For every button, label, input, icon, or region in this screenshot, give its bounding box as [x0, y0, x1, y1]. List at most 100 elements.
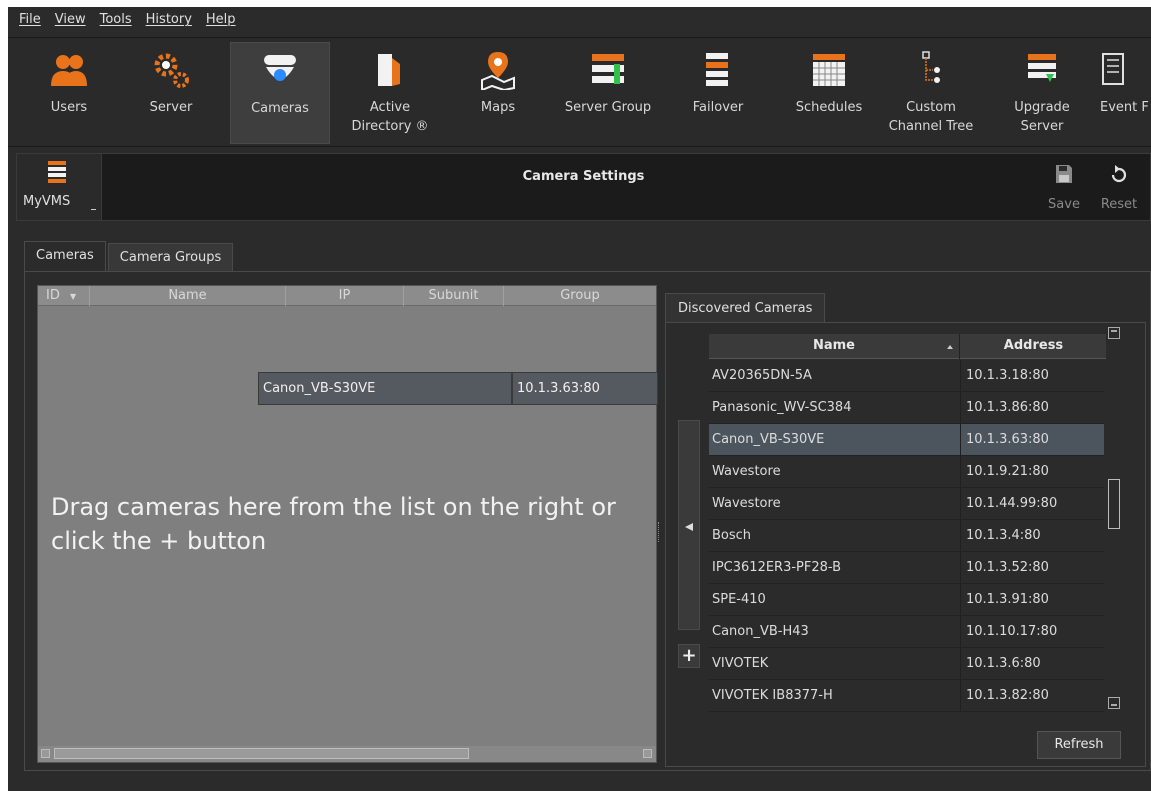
add-camera-button[interactable]: +	[678, 644, 700, 668]
server-gears-icon	[154, 53, 189, 88]
column-group[interactable]: Group	[504, 286, 656, 306]
column-address[interactable]: Address	[961, 334, 1106, 359]
vertical-scrollbar[interactable]	[1106, 327, 1122, 722]
server-group-icon	[592, 54, 624, 84]
empty-state-hint: Drag cameras here from the list on the r…	[51, 493, 616, 555]
table-row[interactable]: Bosch 10.1.3.4:80	[709, 520, 1104, 552]
tab-camera-groups[interactable]: Camera Groups	[107, 243, 234, 271]
toolbar-server-group-button[interactable]: Server Group	[553, 42, 663, 144]
toolbar-active-directory-button[interactable]: Active Directory ®	[340, 42, 440, 144]
menu-file[interactable]: File	[12, 12, 48, 27]
column-name[interactable]: Name	[709, 334, 960, 359]
camera-name: Bosch	[712, 528, 752, 543]
menu-view[interactable]: View	[48, 12, 93, 27]
camera-table[interactable]: ID ▼ Name IP Subunit Group Canon_VB-S30V…	[37, 285, 658, 763]
table-row[interactable]: AV20365DN-5A 10.1.3.18:80	[709, 360, 1104, 392]
splitter-handle[interactable]	[658, 522, 661, 542]
table-row[interactable]: Canon_VB-S30VE 10.1.3.63:80	[709, 424, 1104, 456]
toolbar-label: Server Group	[564, 100, 652, 115]
toolbar-label: Custom Channel Tree	[888, 100, 974, 134]
reset-button[interactable]: Reset	[1096, 158, 1142, 216]
menu-tools[interactable]: Tools	[93, 12, 139, 27]
toolbar-event-button[interactable]: Event F	[1093, 42, 1151, 144]
add-selected-bar[interactable]	[678, 420, 700, 630]
toolbar-label: Active Directory ®	[351, 100, 429, 134]
column-divider	[960, 552, 961, 583]
server-name: MyVMS	[23, 194, 71, 209]
camera-name: Canon_VB-H43	[712, 624, 809, 639]
camera-name: AV20365DN-5A	[712, 368, 812, 383]
camera-address: 10.1.3.18:80	[966, 368, 1049, 383]
column-id[interactable]: ID ▼	[38, 286, 90, 306]
toolbar-users-button[interactable]: Users	[19, 42, 119, 144]
tab-content: ID ▼ Name IP Subunit Group Canon_VB-S30V…	[24, 271, 1151, 771]
table-row[interactable]: VIVOTEK IB8377-H 10.1.3.82:80	[709, 680, 1104, 712]
save-button[interactable]: Save	[1041, 158, 1087, 216]
save-label: Save	[1048, 197, 1080, 212]
page-title: Camera Settings	[522, 169, 645, 184]
toolbar-cameras-button[interactable]: Cameras	[230, 42, 330, 144]
camera-name: VIVOTEK IB8377-H	[712, 688, 833, 703]
menu-help[interactable]: Help	[199, 12, 243, 27]
table-row[interactable]: Wavestore 10.1.44.99:80	[709, 488, 1104, 520]
scroll-up-icon[interactable]	[1108, 327, 1120, 339]
camera-name: Wavestore	[712, 496, 781, 511]
camera-name: SPE-410	[712, 592, 766, 607]
table-row[interactable]: Panasonic_WV-SC384 10.1.3.86:80	[709, 392, 1104, 424]
column-ip[interactable]: IP	[286, 286, 404, 306]
toolbar-label: Schedules	[795, 100, 863, 115]
menu-history[interactable]: History	[139, 12, 199, 27]
upgrade-server-icon	[1028, 54, 1056, 82]
column-subunit[interactable]: Subunit	[404, 286, 504, 306]
scroll-left-icon[interactable]	[41, 749, 50, 758]
toolbar-label: Event F	[1100, 100, 1149, 115]
toolbar-server-button[interactable]: Server	[121, 42, 221, 144]
scroll-down-icon[interactable]	[1108, 697, 1120, 709]
discovered-panel: + Name Address AV20365DN-5A 10.1.3.18:80 P…	[665, 322, 1146, 767]
toolbar-failover-button[interactable]: Failover	[668, 42, 768, 144]
discovered-cameras-table[interactable]: Name Address AV20365DN-5A 10.1.3.18:80 Pan…	[709, 334, 1106, 723]
scroll-right-icon[interactable]	[643, 749, 652, 758]
column-name[interactable]: Name	[90, 286, 286, 306]
column-divider	[960, 616, 961, 647]
table-row[interactable]: IPC3612ER3-PF28-B 10.1.3.52:80	[709, 552, 1104, 584]
column-label: ID	[46, 288, 60, 303]
menubar: File View Tools History Help	[8, 7, 1151, 32]
camera-name: Panasonic_WV-SC384	[712, 400, 852, 415]
camera-address: 10.1.3.6:80	[966, 656, 1041, 671]
toolbar-custom-channel-tree-button[interactable]: Custom Channel Tree	[881, 42, 981, 144]
column-label: Name	[812, 338, 855, 353]
toolbar-label: Failover	[692, 100, 744, 115]
table-row[interactable]: Wavestore 10.1.9.21:80	[709, 456, 1104, 488]
server-selector-button[interactable]: MyVMS	[17, 154, 102, 220]
column-divider	[960, 488, 961, 519]
column-divider	[960, 424, 961, 455]
horizontal-scrollbar[interactable]	[38, 746, 656, 762]
toolbar-label: Server	[149, 100, 193, 115]
column-divider	[960, 648, 961, 679]
scrollbar-thumb[interactable]	[1108, 479, 1120, 529]
table-row[interactable]: Canon_VB-H43 10.1.10.17:80	[709, 616, 1104, 648]
tab-cameras[interactable]: Cameras	[24, 241, 106, 271]
active-directory-icon	[378, 54, 400, 86]
table-row[interactable]: VIVOTEK 10.1.3.6:80	[709, 648, 1104, 680]
main-tabs: Cameras Camera Groups	[24, 241, 235, 271]
settings-bar: MyVMS Camera Settings Save Reset	[16, 153, 1151, 221]
refresh-button[interactable]: Refresh	[1037, 731, 1121, 759]
camera-address: 10.1.3.4:80	[966, 528, 1041, 543]
toolbar-maps-button[interactable]: Maps	[448, 42, 548, 144]
drag-preview-name: Canon_VB-S30VE	[258, 372, 512, 405]
toolbar-label: Users	[50, 100, 88, 115]
camera-name: Canon_VB-S30VE	[712, 432, 825, 447]
toolbar-schedules-button[interactable]: Schedules	[779, 42, 879, 144]
schedule-calendar-icon	[813, 54, 845, 86]
camera-table-header: ID ▼ Name IP Subunit Group	[38, 286, 656, 306]
failover-icon	[706, 53, 728, 86]
toolbar-label: Maps	[480, 100, 516, 115]
camera-address: 10.1.3.82:80	[966, 688, 1049, 703]
toolbar-upgrade-server-button[interactable]: Upgrade Server	[992, 42, 1092, 144]
scrollbar-thumb[interactable]	[54, 748, 469, 759]
column-divider	[960, 520, 961, 551]
tab-discovered-cameras[interactable]: Discovered Cameras	[665, 293, 826, 323]
table-row[interactable]: SPE-410 10.1.3.91:80	[709, 584, 1104, 616]
